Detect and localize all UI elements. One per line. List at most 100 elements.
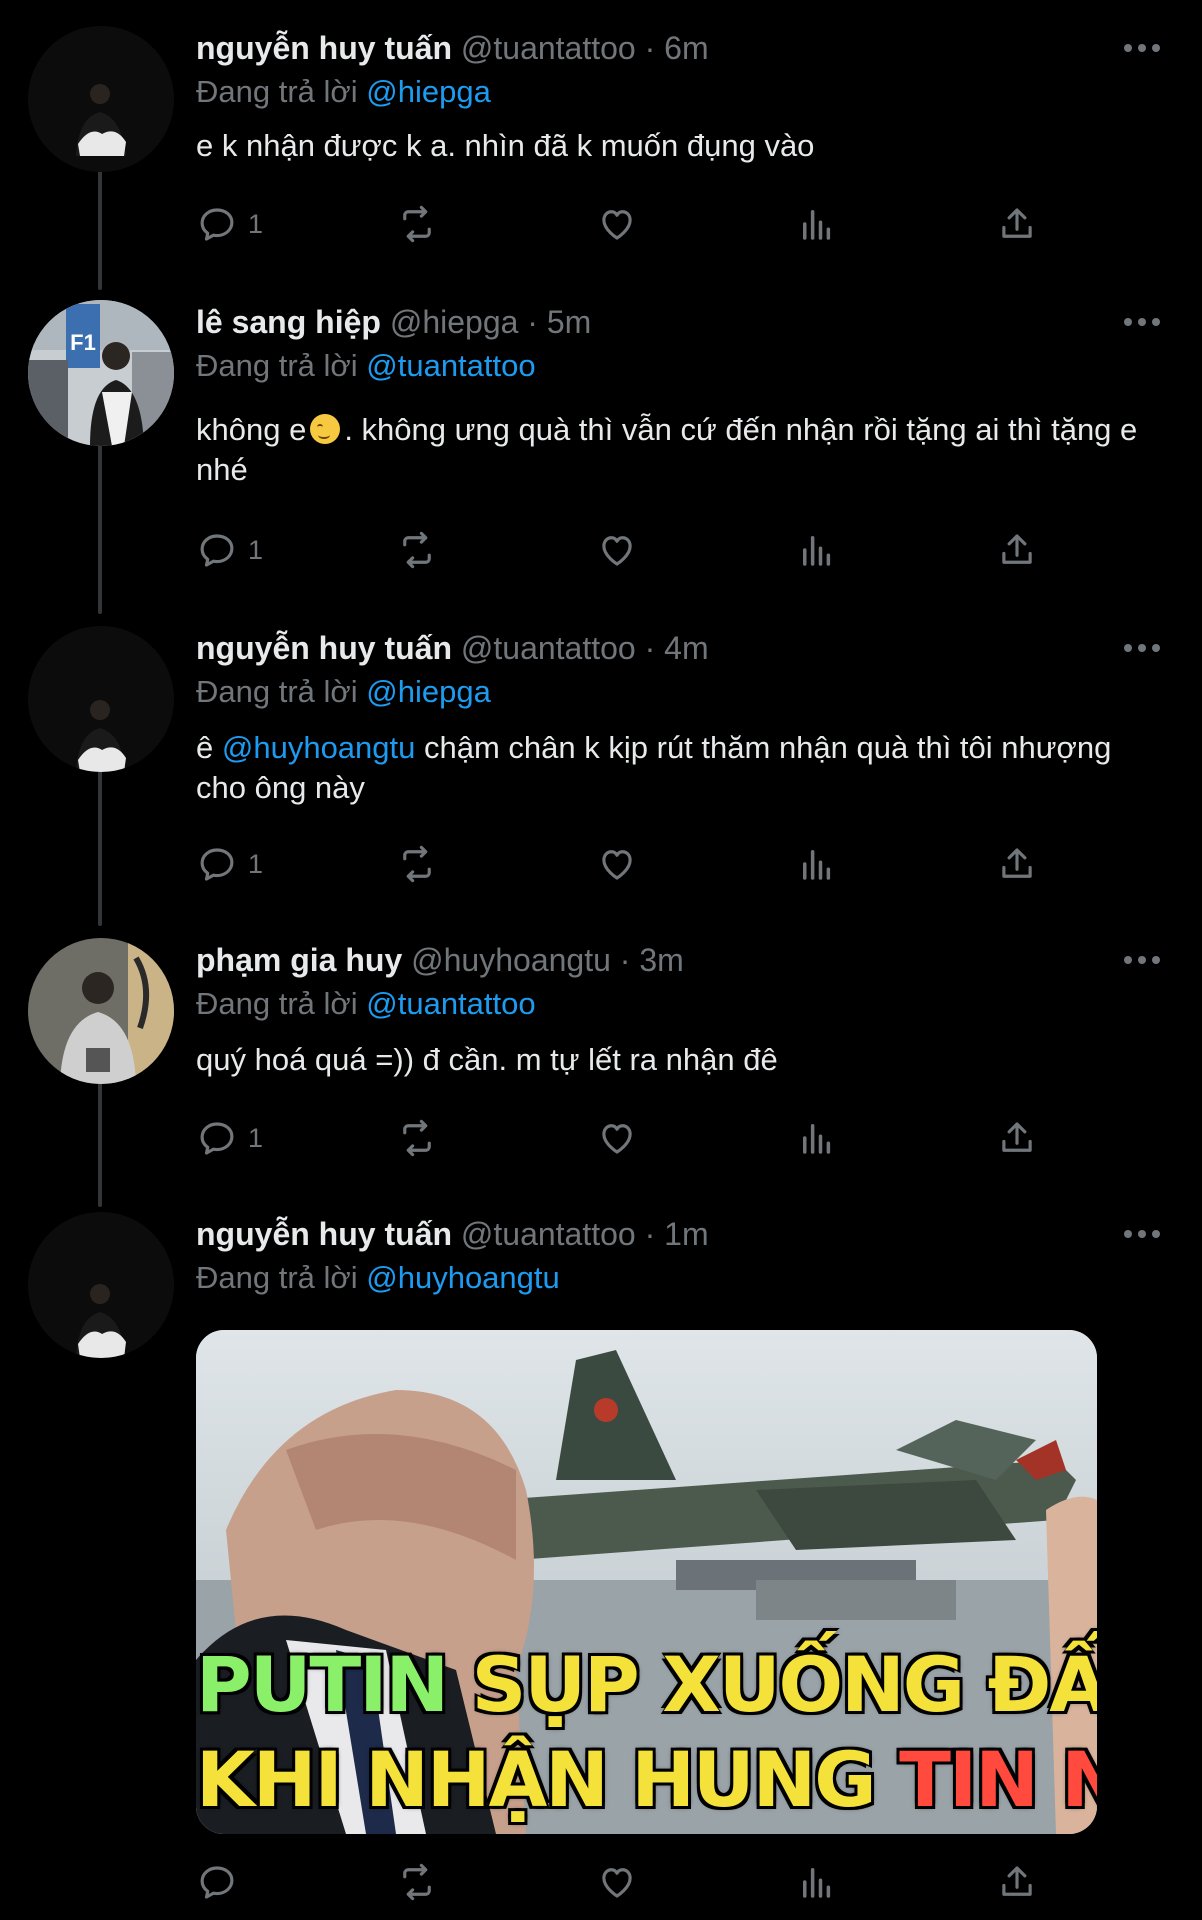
tweet-text-part: ê xyxy=(196,730,214,765)
views-button[interactable] xyxy=(796,1114,838,1162)
like-icon xyxy=(602,536,632,566)
share-icon xyxy=(1002,848,1032,878)
thread-line xyxy=(98,756,102,926)
reply-button[interactable]: 1 xyxy=(196,526,263,574)
views-button[interactable] xyxy=(796,1858,838,1906)
mention-link[interactable]: @tuantattoo xyxy=(366,986,535,1021)
like-button[interactable] xyxy=(596,526,638,574)
share-button[interactable] xyxy=(996,840,1038,888)
reply-button[interactable]: 1 xyxy=(196,840,263,888)
caption-text: PUTIN xyxy=(196,1640,449,1729)
caption-text: TIN NÀY xyxy=(899,1735,1097,1824)
tweet-text: ê @huyhoangtu chậm chân k kịp rút thăm n… xyxy=(196,728,1156,808)
replying-to: Đang trả lời @hiepga xyxy=(196,670,491,714)
tweet-header: lê sang hiệp @hiepga · 5m xyxy=(196,300,591,344)
tweet-actions: 1 xyxy=(196,840,1096,888)
separator-dot: · xyxy=(644,30,656,66)
reply-button[interactable] xyxy=(196,1858,248,1906)
display-name[interactable]: nguyễn huy tuấn xyxy=(196,1216,452,1252)
retweet-button[interactable] xyxy=(396,200,438,248)
more-icon[interactable] xyxy=(1122,946,1162,974)
avatar-sign-text: F1 xyxy=(70,330,96,355)
mention-link[interactable]: @hiepga xyxy=(366,74,491,109)
views-button[interactable] xyxy=(796,840,838,888)
like-button[interactable] xyxy=(596,1858,638,1906)
views-button[interactable] xyxy=(796,526,838,574)
retweet-button[interactable] xyxy=(396,1858,438,1906)
views-icon xyxy=(803,1868,831,1898)
tweet-header: nguyễn huy tuấn @tuantattoo · 4m xyxy=(196,626,709,670)
mention-link[interactable]: @tuantattoo xyxy=(366,348,535,383)
mention-link[interactable]: @huyhoangtu xyxy=(366,1260,560,1295)
timestamp[interactable]: 5m xyxy=(547,304,591,340)
like-icon xyxy=(602,850,632,880)
reply-count: 1 xyxy=(248,1122,264,1153)
avatar-person-dark xyxy=(28,626,174,772)
tweet-header: nguyễn huy tuấn @tuantattoo · 6m xyxy=(196,26,709,70)
timestamp[interactable]: 6m xyxy=(664,30,708,66)
thread-line xyxy=(98,170,102,290)
like-button[interactable] xyxy=(596,1114,638,1162)
replying-to: Đang trả lời @tuantattoo xyxy=(196,982,536,1026)
reply-count: 1 xyxy=(248,208,264,239)
share-button[interactable] xyxy=(996,526,1038,574)
retweet-icon xyxy=(403,845,431,883)
tweet-actions xyxy=(196,1858,1096,1906)
reply-count: 1 xyxy=(248,848,264,879)
more-icon[interactable] xyxy=(1122,308,1162,336)
handle[interactable]: @tuantattoo xyxy=(461,30,636,66)
avatar[interactable] xyxy=(28,626,174,772)
display-name[interactable]: lê sang hiệp xyxy=(196,304,381,340)
retweet-button[interactable] xyxy=(396,526,438,574)
replying-to: Đang trả lời @tuantattoo xyxy=(196,344,536,388)
media-caption-line-2: KHI NHẬN HUNG TIN NÀY xyxy=(196,1735,1097,1824)
tweet-actions: 1 xyxy=(196,200,1096,248)
avatar[interactable] xyxy=(28,1212,174,1358)
avatar[interactable] xyxy=(28,938,174,1084)
handle[interactable]: @tuantattoo xyxy=(461,630,636,666)
like-icon xyxy=(602,1124,632,1154)
timestamp[interactable]: 3m xyxy=(639,942,683,978)
handle[interactable]: @hiepga xyxy=(390,304,519,340)
retweet-icon xyxy=(403,1119,431,1157)
handle[interactable]: @tuantattoo xyxy=(461,1216,636,1252)
views-icon xyxy=(803,210,831,240)
more-icon[interactable] xyxy=(1122,34,1162,62)
more-icon[interactable] xyxy=(1122,1220,1162,1248)
reply-icon xyxy=(200,208,234,241)
timestamp[interactable]: 1m xyxy=(664,1216,708,1252)
like-button[interactable] xyxy=(596,200,638,248)
thread-line xyxy=(98,1082,102,1207)
avatar-person-jersey xyxy=(28,938,174,1084)
avatar[interactable] xyxy=(28,26,174,172)
display-name[interactable]: phạm gia huy xyxy=(196,942,402,978)
display-name[interactable]: nguyễn huy tuấn xyxy=(196,630,452,666)
share-icon xyxy=(1002,1122,1032,1152)
retweet-button[interactable] xyxy=(396,840,438,888)
timestamp[interactable]: 4m xyxy=(664,630,708,666)
display-name[interactable]: nguyễn huy tuấn xyxy=(196,30,452,66)
retweet-icon xyxy=(403,205,431,243)
mention-link[interactable]: @huyhoangtu xyxy=(222,730,416,765)
replying-to-label: Đang trả lời xyxy=(196,674,358,709)
retweet-button[interactable] xyxy=(396,1114,438,1162)
share-button[interactable] xyxy=(996,200,1038,248)
avatar-person-dark xyxy=(28,26,174,172)
replying-to-label: Đang trả lời xyxy=(196,986,358,1021)
more-icon[interactable] xyxy=(1122,634,1162,662)
share-button[interactable] xyxy=(996,1858,1038,1906)
reply-button[interactable]: 1 xyxy=(196,200,263,248)
handle[interactable]: @huyhoangtu xyxy=(411,942,611,978)
like-button[interactable] xyxy=(596,840,638,888)
tweet-header: nguyễn huy tuấn @tuantattoo · 1m xyxy=(196,1212,709,1256)
reply-icon xyxy=(200,534,234,567)
tweet-media-image[interactable]: PUTIN SỤP XUỐNG ĐẤT KHI NHẬN HUNG TIN NÀ… xyxy=(196,1330,1097,1834)
share-button[interactable] xyxy=(996,1114,1038,1162)
avatar[interactable]: F1 xyxy=(28,300,174,446)
mention-link[interactable]: @hiepga xyxy=(366,674,491,709)
avatar-person-store: F1 xyxy=(28,300,174,446)
views-button[interactable] xyxy=(796,200,838,248)
tweet-header: phạm gia huy @huyhoangtu · 3m xyxy=(196,938,684,982)
reply-count: 1 xyxy=(248,534,264,565)
reply-button[interactable]: 1 xyxy=(196,1114,263,1162)
